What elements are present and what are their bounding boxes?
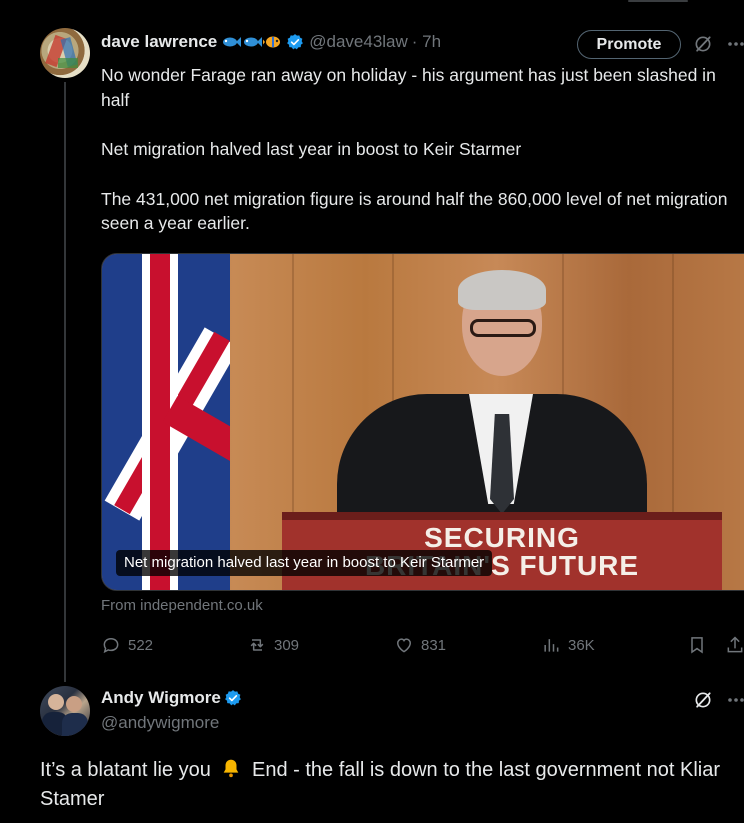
share-icon	[727, 636, 743, 653]
like-button[interactable]: 831	[394, 634, 446, 656]
grok-icon[interactable]	[693, 34, 713, 54]
timestamp[interactable]: · 7h	[412, 32, 441, 52]
tweet-paragraph: No wonder Farage ran away on holiday - h…	[101, 65, 716, 110]
bookmark-button[interactable]	[687, 634, 714, 656]
author-name[interactable]: Andy Wigmore	[101, 688, 221, 708]
reply-button[interactable]: 522	[101, 634, 153, 656]
verified-icon	[224, 690, 241, 706]
views-count: 36K	[568, 636, 595, 654]
tweet-text: No wonder Farage ran away on holiday - h…	[101, 63, 731, 236]
views-button[interactable]: 36K	[541, 634, 595, 656]
union-flag	[102, 254, 230, 590]
tweet-paragraph: Net migration halved last year in boost …	[101, 139, 522, 159]
fish-icon	[244, 37, 263, 47]
tweet-paragraph: The 431,000 net migration figure is arou…	[101, 188, 728, 234]
tropical-fish-icon	[263, 36, 281, 48]
views-icon	[544, 639, 559, 652]
reply-header: Andy Wigmore	[101, 688, 242, 708]
author-handle[interactable]: @andywigmore	[101, 713, 219, 733]
repost-icon	[250, 639, 264, 651]
tweet-actions: 522 309 831 36K	[101, 634, 744, 656]
repost-button[interactable]: 309	[247, 634, 299, 656]
scroll-stub	[628, 0, 688, 2]
verified-icon	[287, 34, 304, 50]
share-button[interactable]	[725, 634, 744, 656]
fish-icon	[223, 37, 242, 47]
fish-emoji-group	[221, 34, 283, 50]
link-card-caption[interactable]: Net migration halved last year in boost …	[116, 550, 493, 576]
link-source[interactable]: From independent.co.uk	[101, 597, 263, 614]
like-count: 831	[421, 636, 447, 654]
thread-line	[64, 82, 66, 682]
avatar[interactable]	[40, 686, 90, 736]
repost-count: 309	[274, 636, 300, 654]
reply-count: 522	[128, 636, 154, 654]
author-name[interactable]: dave lawrence	[101, 32, 217, 52]
like-icon	[396, 638, 412, 653]
author-handle[interactable]: @dave43law	[309, 32, 408, 52]
bookmark-icon	[691, 637, 703, 654]
reply-icon	[103, 637, 119, 654]
promote-button[interactable]: Promote	[577, 30, 681, 59]
avatar[interactable]	[40, 28, 90, 78]
reply-text-start: It’s a blatant lie you	[40, 759, 211, 781]
link-card-image[interactable]: SECURING BRITAIN'S FUTURE	[101, 253, 744, 591]
reply-text: It’s a blatant lie you End - the fall is…	[40, 756, 740, 814]
more-icon[interactable]	[726, 690, 744, 710]
more-icon[interactable]	[726, 34, 744, 54]
bell-icon	[224, 759, 239, 778]
grok-icon[interactable]	[693, 690, 713, 710]
tweet-header: dave lawrence @dave43law · 7h	[101, 31, 441, 53]
